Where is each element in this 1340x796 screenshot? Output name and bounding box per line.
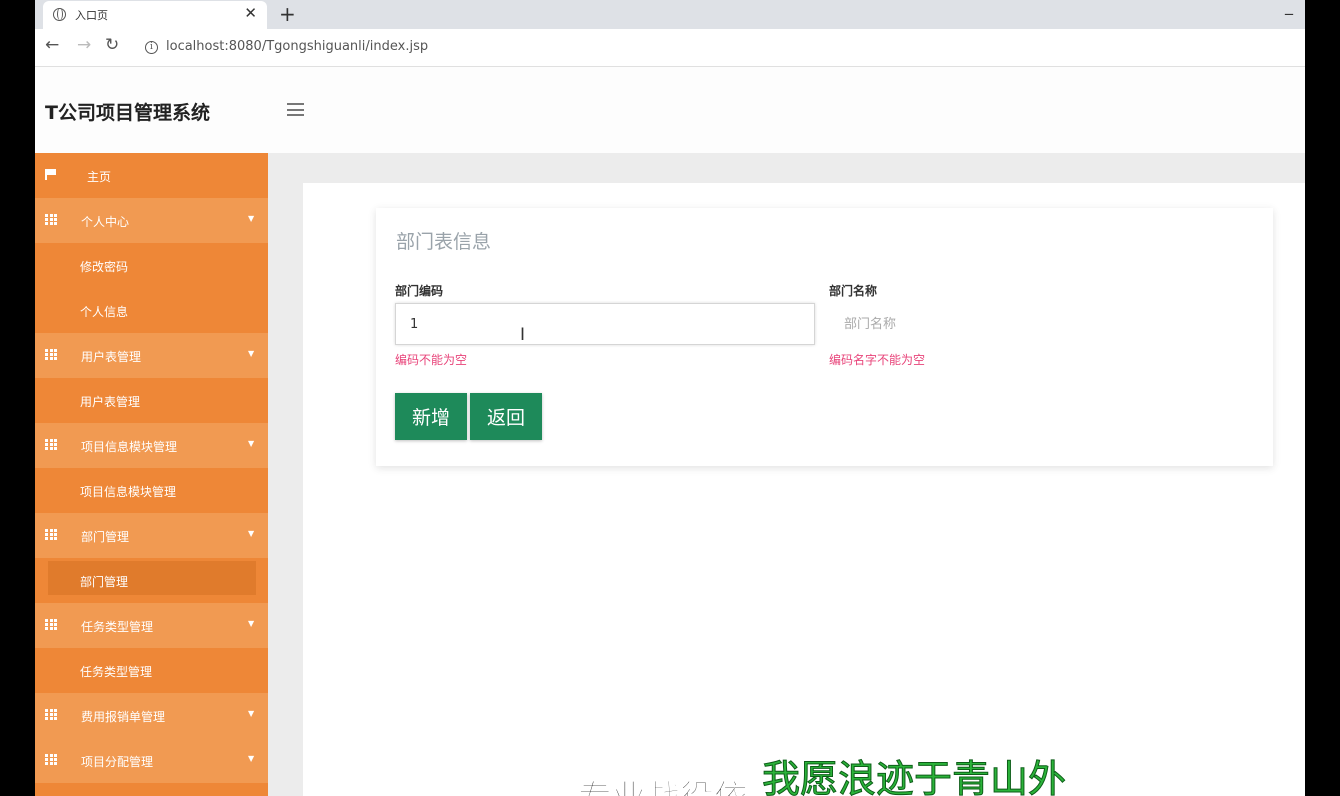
reload-icon[interactable]: ↻ [105,35,119,55]
sidebar-item[interactable]: 用户表管理 ▼ [35,333,268,378]
sidebar-item-label: 项目信息模块管理 [81,440,178,454]
browser-window: 入口页 ✕ + _ ← → ↻ i localhost:8080/Tgongsh… [35,0,1305,796]
sidebar-item[interactable]: 项目信息模块管理 [35,468,268,513]
chevron-down-icon: ▼ [248,619,255,628]
tab-title: 入口页 [75,9,108,22]
grid-icon [45,709,57,720]
sidebar-item[interactable]: 部门管理 ▼ [35,513,268,558]
sidebar-item[interactable]: 任务类型管理 [35,648,268,693]
new-tab-button[interactable]: + [279,2,296,26]
forward-arrow-icon[interactable]: → [77,35,91,55]
chevron-down-icon: ▼ [248,754,255,763]
grid-icon [45,754,57,765]
name-label: 部门名称 [829,284,878,298]
sidebar-item-label: 个人中心 [81,215,130,229]
chevron-down-icon: ▼ [248,214,255,223]
name-error: 编码名字不能为空 [829,353,926,367]
grid-icon [45,349,57,360]
sidebar-item-label: 修改密码 [80,260,129,274]
department-name-input[interactable] [829,303,1249,345]
subtitle-green: 我愿浪迹于青山外 [761,757,1067,796]
form-card: 部门表信息 部门编码 I 编码不能为空 部门名称 编码名字不能为空 新增 返回 [376,208,1273,466]
chevron-down-icon: ▼ [248,709,255,718]
sidebar-item-label: 用户表管理 [80,395,141,409]
sidebar-item-label: 部门管理 [81,530,130,544]
chevron-down-icon: ▼ [248,439,255,448]
text-cursor-icon: I [520,325,526,345]
tab-strip: 入口页 ✕ + _ [35,0,1305,29]
form-title: 部门表信息 [396,231,492,253]
sidebar-item[interactable]: 部门管理 [35,558,268,603]
grid-icon [45,529,57,540]
sidebar-item[interactable]: 主页 [35,153,268,198]
grid-icon [45,214,57,225]
content-panel: 部门表信息 部门编码 I 编码不能为空 部门名称 编码名字不能为空 新增 返回 [303,183,1305,796]
app-title: T公司项目管理系统 [45,102,210,124]
code-label: 部门编码 [395,284,444,298]
grid-icon [45,619,57,630]
flag-icon [45,169,57,180]
sidebar-item[interactable]: 个人中心 ▼ [35,198,268,243]
chevron-down-icon: ▼ [248,529,255,538]
address-bar[interactable]: localhost:8080/Tgongshiguanli/index.jsp [166,39,428,54]
close-tab-icon[interactable]: ✕ [244,4,257,22]
sidebar-item[interactable]: 项目分配管理 ▼ [35,738,268,783]
sidebar-item[interactable]: 用户表管理 [35,378,268,423]
sidebar-item-label: 费用报销单管理 [81,710,166,724]
add-button[interactable]: 新增 [395,393,467,440]
info-icon[interactable]: i [145,41,158,54]
menu-toggle-icon[interactable] [287,103,304,116]
grid-icon [45,439,57,450]
minimize-button[interactable]: _ [1285,0,1293,15]
back-button[interactable]: 返回 [470,393,542,440]
browser-tab[interactable]: 入口页 ✕ [43,1,267,29]
sidebar-item-label: 部门管理 [80,575,129,589]
sidebar-item-label: 用户表管理 [81,350,142,364]
sidebar-item-label: 任务类型管理 [81,620,154,634]
sidebar-item[interactable]: 费用报销单管理 ▼ [35,693,268,738]
sidebar-item[interactable]: 项目信息模块管理 ▼ [35,423,268,468]
app-header: T公司项目管理系统 [35,67,1305,153]
subtitle-white: 专业战役依 [578,770,749,796]
chevron-down-icon: ▼ [248,349,255,358]
address-toolbar: ← → ↻ i localhost:8080/Tgongshiguanli/in… [35,29,1305,67]
sidebar-item-label: 任务类型管理 [80,665,153,679]
sidebar-item-label: 主页 [87,170,112,184]
department-code-input[interactable] [395,303,815,345]
globe-icon [53,8,66,21]
sidebar: 主页 个人中心 ▼ 修改密码 个人信息 用户表管理 ▼ 用户表管理 项目信息模块管理 ▼ 项目信息模… [35,153,268,796]
sidebar-item[interactable]: 个人信息 [35,288,268,333]
sidebar-item-label: 个人信息 [80,305,129,319]
sidebar-item-label: 项目信息模块管理 [80,485,177,499]
sidebar-item[interactable]: 修改密码 [35,243,268,288]
sidebar-item-label: 项目分配管理 [81,755,154,769]
csdn-watermark: CSDN @程序猿毕业分享网 [1094,770,1301,790]
sidebar-item[interactable]: 任务类型管理 ▼ [35,603,268,648]
main-area: 部门表信息 部门编码 I 编码不能为空 部门名称 编码名字不能为空 新增 返回 [268,153,1305,796]
screen: 入口页 ✕ + _ ← → ↻ i localhost:8080/Tgongsh… [0,0,1340,796]
back-arrow-icon[interactable]: ← [45,35,59,55]
code-error: 编码不能为空 [395,353,468,367]
